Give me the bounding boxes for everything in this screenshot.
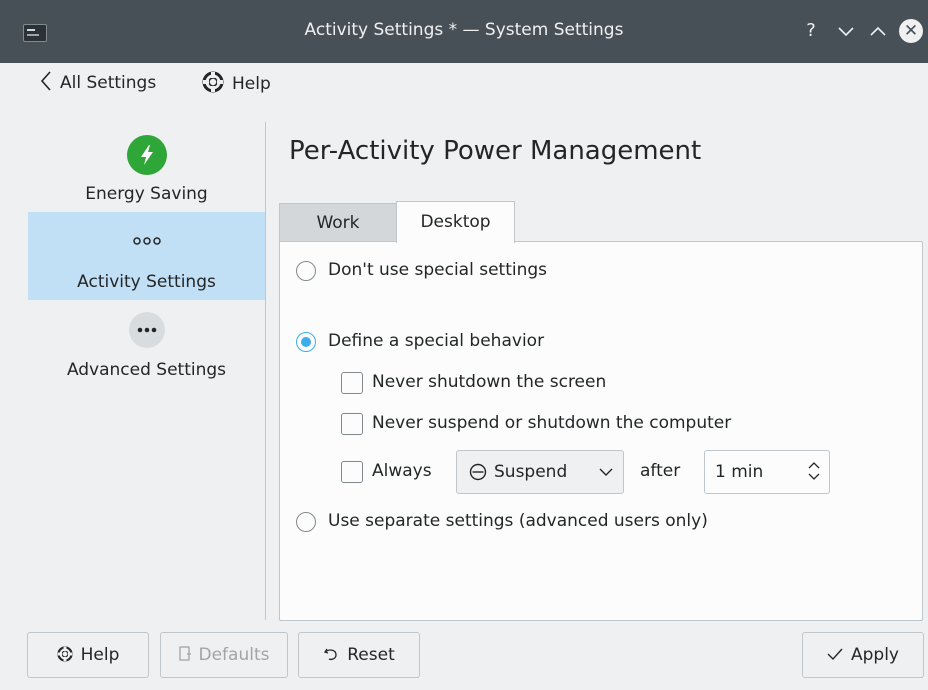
always-label[interactable]: Always: [372, 461, 432, 481]
minimize-icon[interactable]: [834, 19, 858, 43]
toolbar: All Settings Help: [0, 63, 928, 103]
sidebar-divider: [265, 122, 266, 620]
maximize-icon[interactable]: [866, 19, 890, 43]
help-icon[interactable]: ?: [799, 19, 823, 43]
lifebuoy-icon: [202, 71, 224, 93]
never-shutdown-screen-checkbox[interactable]: [341, 372, 363, 394]
lifebuoy-icon: [56, 646, 73, 662]
advanced-settings-icon: [129, 312, 165, 348]
action-select-value: Suspend: [494, 462, 568, 482]
sidebar-item-label: Energy Saving: [85, 184, 208, 204]
help-button[interactable]: Help: [202, 71, 271, 94]
close-icon[interactable]: ✕: [899, 19, 923, 43]
suspend-icon: [469, 463, 487, 481]
spin-arrows-icon[interactable]: [807, 460, 821, 482]
sidebar-item-activity-settings[interactable]: Activity Settings: [28, 212, 265, 300]
back-button[interactable]: All Settings: [40, 71, 156, 93]
after-label: after: [640, 461, 681, 481]
never-suspend-checkbox[interactable]: [341, 413, 363, 435]
never-suspend-label[interactable]: Never suspend or shutdown the computer: [372, 413, 731, 433]
sidebar: Energy Saving Activity Settings Advanced…: [28, 122, 265, 622]
define-special-label[interactable]: Define a special behavior: [328, 331, 544, 351]
tab-work[interactable]: Work: [279, 203, 397, 242]
footer-help-label: Help: [80, 645, 120, 665]
sidebar-item-energy-saving[interactable]: Energy Saving: [28, 122, 265, 212]
time-spinbox[interactable]: 1 min: [704, 450, 830, 494]
activity-icon: [127, 221, 167, 261]
chevron-down-icon: [599, 468, 613, 476]
dont-use-special-label[interactable]: Don't use special settings: [328, 260, 547, 280]
apply-button[interactable]: Apply: [802, 632, 924, 678]
chevron-left-icon: [40, 71, 51, 91]
help-label: Help: [232, 74, 271, 94]
reset-label: Reset: [347, 645, 395, 665]
window-title: Activity Settings * — System Settings: [304, 20, 624, 40]
tab-desktop[interactable]: Desktop: [396, 201, 515, 243]
sidebar-item-label: Advanced Settings: [66, 360, 227, 380]
page-title: Per-Activity Power Management: [289, 136, 702, 166]
define-special-radio[interactable]: [296, 332, 316, 352]
action-select[interactable]: Suspend: [456, 450, 624, 494]
defaults-button[interactable]: Defaults: [160, 632, 288, 678]
never-shutdown-screen-label[interactable]: Never shutdown the screen: [372, 372, 606, 392]
checkmark-icon: [827, 648, 843, 661]
dont-use-special-radio[interactable]: [296, 261, 316, 281]
always-checkbox[interactable]: [341, 461, 363, 483]
footer-help-button[interactable]: Help: [27, 632, 149, 678]
sidebar-item-advanced-settings[interactable]: Advanced Settings: [28, 300, 265, 390]
time-spinbox-value: 1 min: [715, 462, 764, 482]
reset-button[interactable]: Reset: [298, 632, 420, 678]
energy-saving-icon: [127, 135, 167, 175]
back-label: All Settings: [60, 73, 157, 93]
separate-settings-radio[interactable]: [296, 512, 316, 532]
apply-label: Apply: [851, 645, 899, 665]
window-titlebar: Activity Settings * — System Settings ? …: [0, 0, 928, 63]
defaults-label: Defaults: [198, 645, 270, 665]
sidebar-item-label: Activity Settings: [77, 272, 216, 292]
undo-icon: [324, 648, 337, 661]
separate-settings-label[interactable]: Use separate settings (advanced users on…: [328, 511, 708, 531]
defaults-icon: [178, 646, 191, 661]
